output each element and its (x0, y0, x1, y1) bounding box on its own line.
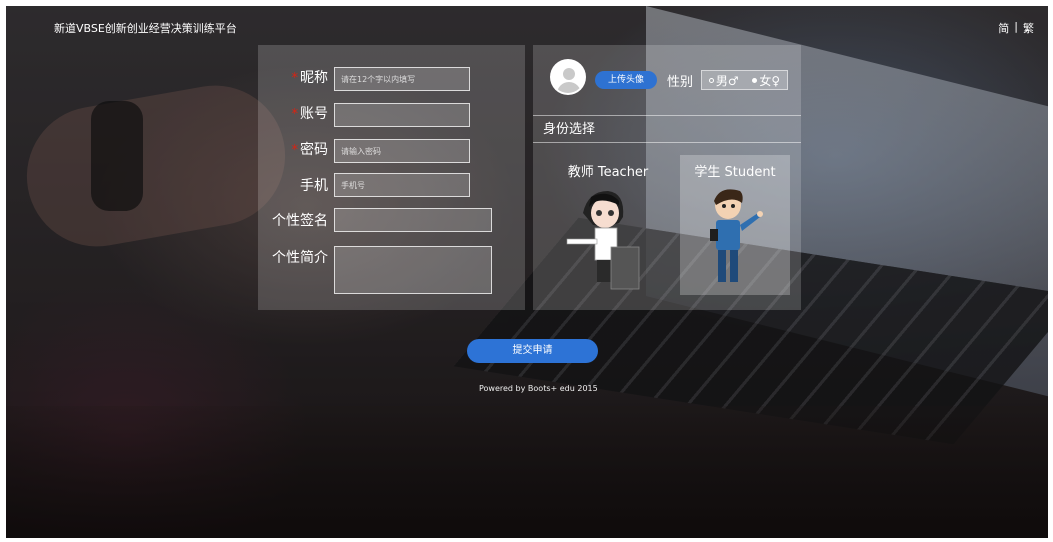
upload-avatar-button[interactable]: 上传头像 (595, 71, 657, 89)
phone-input[interactable] (334, 173, 470, 197)
submit-application-button[interactable]: 提交申请 (467, 339, 598, 363)
lang-separator: | (1014, 20, 1018, 33)
profile-panel: 上传头像 性别 男♂ 女♀ 身份选择 教师 Teacher 学生 Student (533, 45, 801, 310)
password-label: * 密码 (291, 142, 329, 158)
nickname-label: * 昵称 (291, 70, 329, 86)
signature-input[interactable] (334, 208, 492, 232)
background-photo: 新道VBSE创新创业经营决策训练平台 简 | 繁 *昵称 *账号 *密码 手机 … (6, 6, 1048, 538)
language-switcher: 简 | 繁 (998, 20, 1034, 36)
identity-section-title: 身份选择 (533, 115, 801, 143)
intro-label: 个性简介 (272, 250, 328, 266)
gender-radio-group: 男♂ 女♀ (701, 70, 788, 90)
gender-label: 性别 (667, 75, 694, 90)
signature-label: 个性签名 (272, 213, 328, 229)
gender-option-male[interactable]: 男♂ (708, 72, 739, 89)
teacher-avatar-icon (566, 191, 640, 290)
account-info-panel: *昵称 *账号 *密码 手机 个性签名 个性简介 (258, 45, 525, 310)
role-student-label: 学生 Student (694, 165, 776, 180)
intro-textarea[interactable] (334, 246, 492, 294)
student-avatar-icon (710, 189, 763, 282)
account-input[interactable] (334, 103, 470, 127)
gender-option-female[interactable]: 女♀ (752, 72, 780, 89)
phone-label: 手机 (300, 178, 328, 194)
radio-female[interactable] (752, 77, 758, 83)
role-teacher[interactable]: 教师 Teacher (553, 155, 663, 295)
lang-traditional[interactable]: 繁 (1023, 20, 1034, 36)
avatar[interactable] (550, 59, 586, 95)
brand-title: 新道VBSE创新创业经营决策训练平台 (54, 22, 237, 35)
lang-simplified[interactable]: 简 (998, 20, 1009, 36)
footer-powered-by: Powered by Boots+ edu 2015 (479, 384, 598, 393)
role-teacher-label: 教师 Teacher (567, 165, 649, 180)
nickname-input[interactable] (334, 67, 470, 91)
radio-male[interactable] (708, 77, 714, 83)
password-input[interactable] (334, 139, 470, 163)
account-label: * 账号 (291, 106, 329, 122)
role-student[interactable]: 学生 Student (680, 155, 790, 295)
